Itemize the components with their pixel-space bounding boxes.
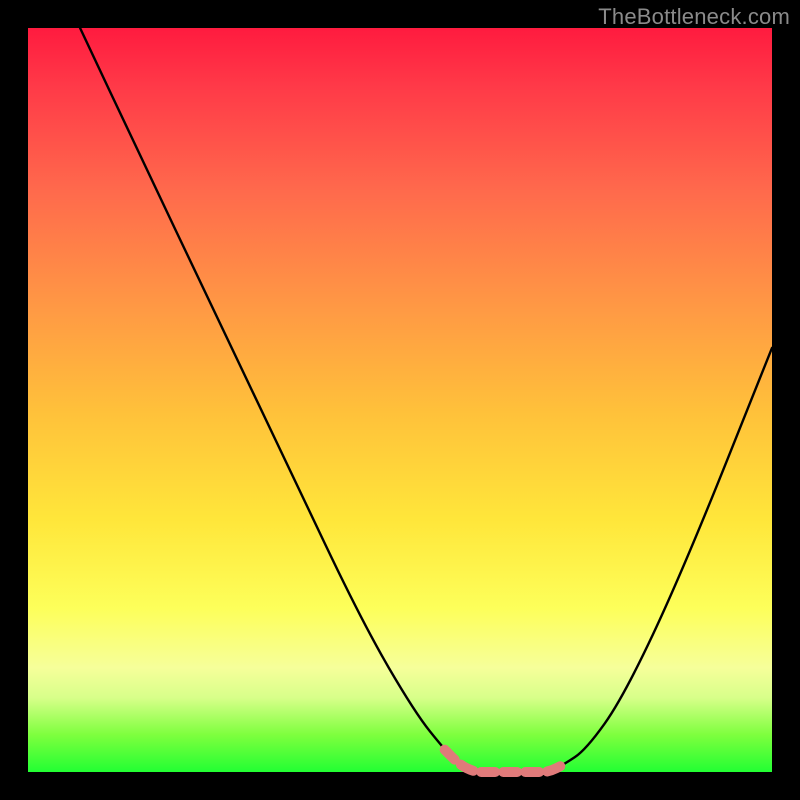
- curve-svg: [28, 28, 772, 772]
- chart-frame: TheBottleneck.com: [0, 0, 800, 800]
- highlight-path: [445, 750, 564, 772]
- watermark-text: TheBottleneck.com: [598, 4, 790, 30]
- curve-path: [80, 28, 772, 772]
- plot-area: [28, 28, 772, 772]
